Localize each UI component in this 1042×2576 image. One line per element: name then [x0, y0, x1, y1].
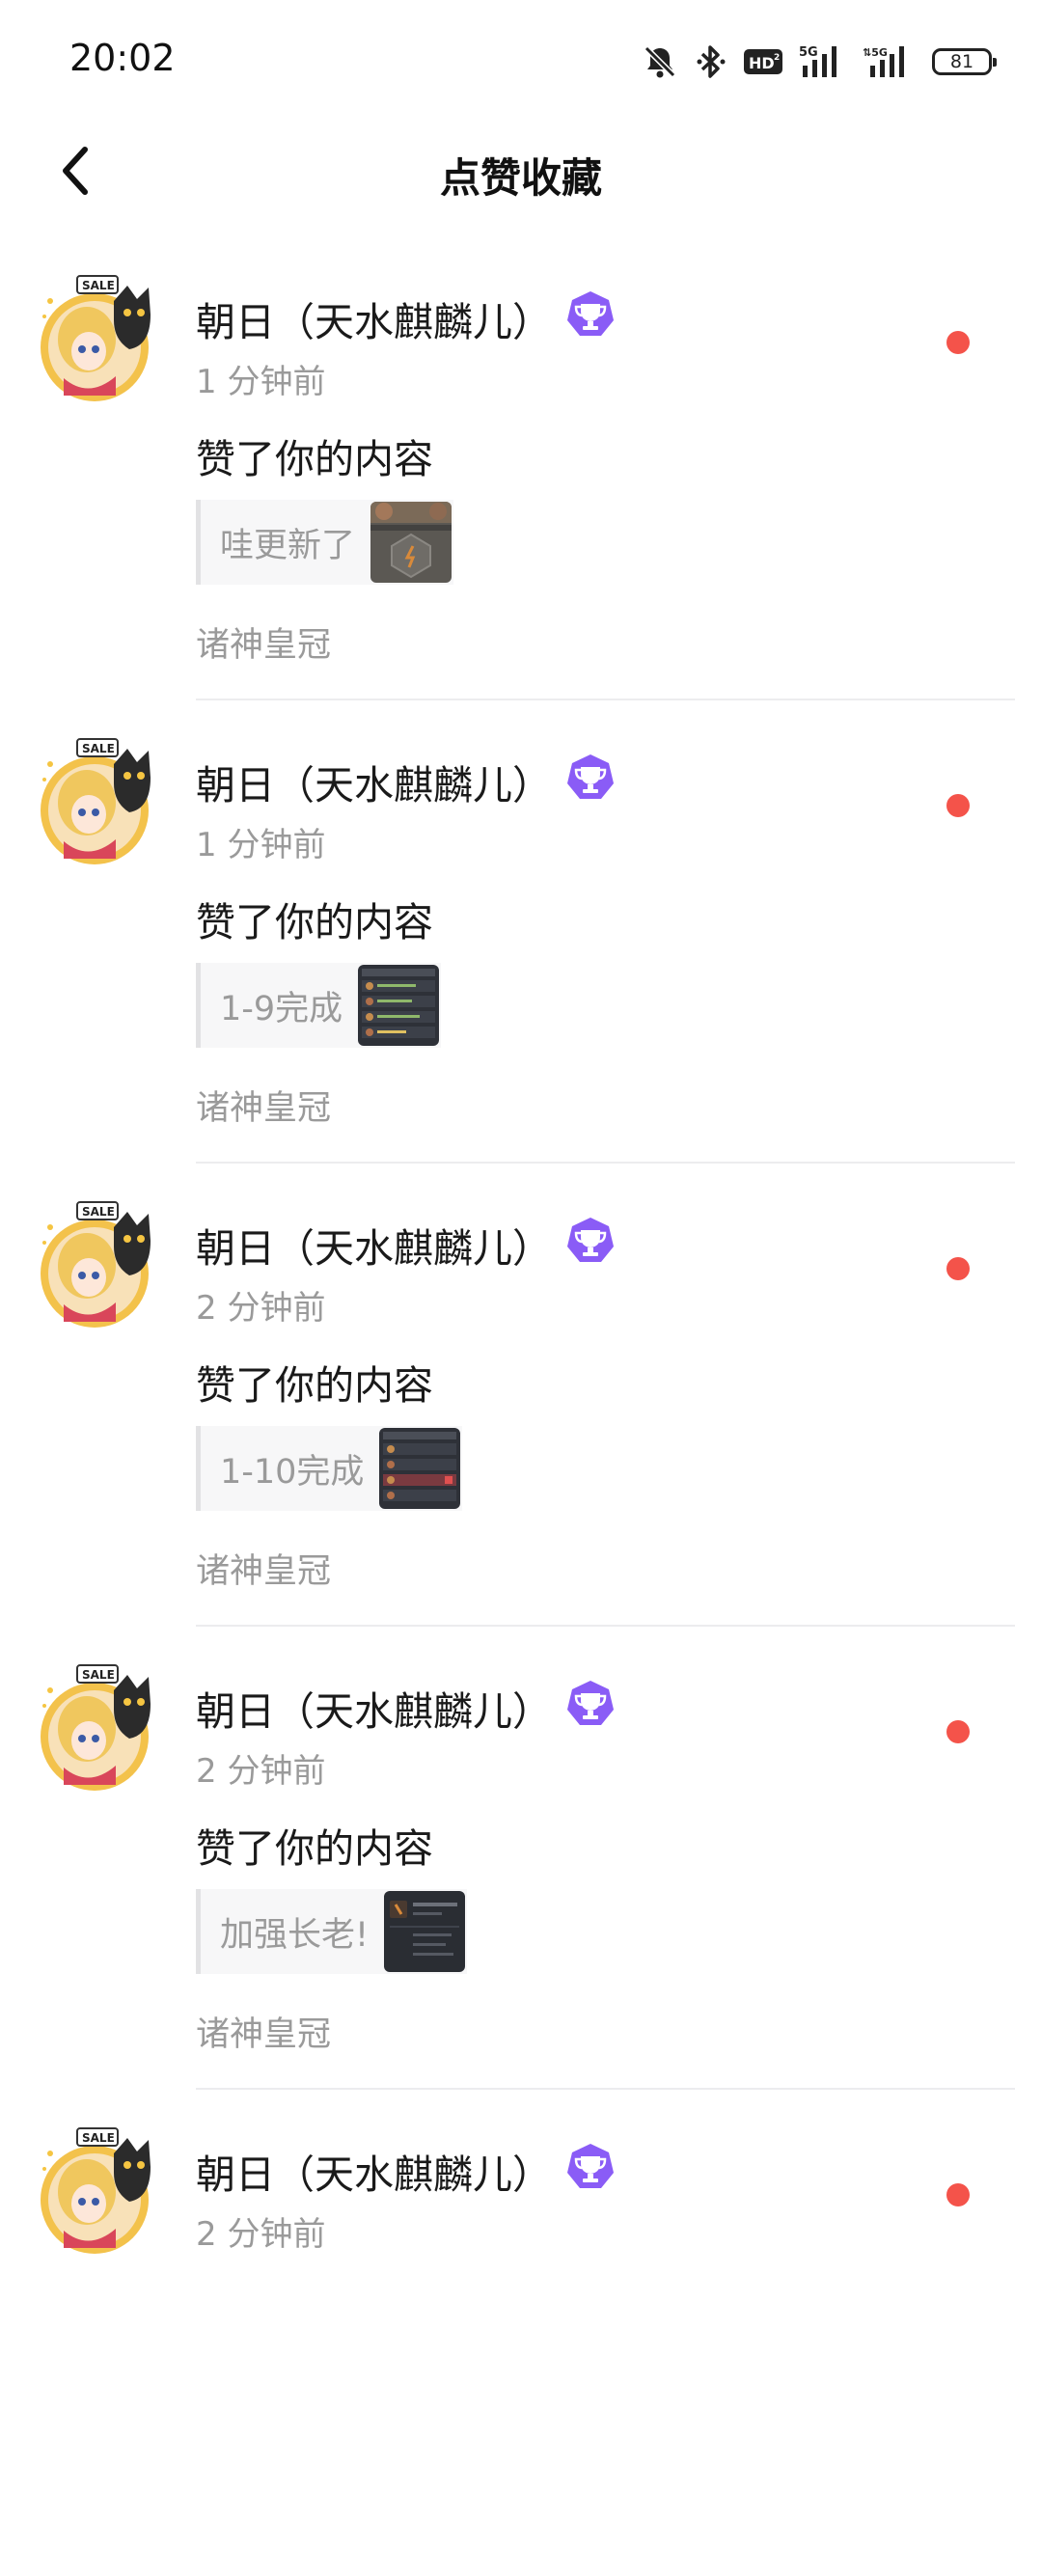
svg-text:SALE: SALE	[82, 2131, 115, 2145]
header: 点赞收藏	[0, 121, 1042, 222]
svg-text:SALE: SALE	[82, 1668, 115, 1682]
quote-text: 1-9完成	[220, 989, 343, 1028]
svg-text:SALE: SALE	[82, 742, 115, 755]
user-name[interactable]: 朝日（天水麒麟儿）	[196, 1216, 552, 1274]
content-thumbnail	[384, 1891, 466, 1972]
trophy-badge-icon	[565, 2142, 616, 2192]
quoted-content[interactable]: 哇更新了	[196, 500, 454, 585]
game-name[interactable]: 诸神皇冠	[196, 1081, 331, 1130]
unread-dot	[946, 331, 970, 354]
game-name[interactable]: 诸神皇冠	[196, 617, 331, 667]
trophy-badge-icon	[565, 1216, 616, 1266]
notification-item[interactable]: SALE 朝日（天水麒麟儿） 2 分钟前	[0, 2113, 1042, 2576]
avatar[interactable]: SALE	[35, 272, 168, 407]
user-name[interactable]: 朝日（天水麒麟儿）	[196, 289, 552, 347]
unread-dot	[946, 1257, 970, 1280]
action-text: 赞了你的内容	[196, 1362, 433, 1409]
timestamp: 2 分钟前	[196, 2215, 326, 2254]
content-thumbnail	[358, 965, 440, 1046]
notification-list: SALE 朝日（天水麒麟儿） 1 分钟前 赞了你的内容 哇更新了 诸神皇冠 SA…	[0, 260, 1042, 2576]
trophy-badge-icon	[565, 289, 616, 340]
user-name[interactable]: 朝日（天水麒麟儿）	[196, 753, 552, 810]
game-name[interactable]: 诸神皇冠	[196, 1544, 331, 1593]
game-name[interactable]: 诸神皇冠	[196, 2007, 331, 2056]
content-thumbnail	[379, 1428, 461, 1509]
hd-icon: HD 2	[743, 46, 783, 77]
divider	[196, 1162, 1015, 1164]
signal-5g-icon: 5G	[799, 42, 847, 81]
divider	[196, 1625, 1015, 1627]
quoted-content[interactable]: 加强长老!	[196, 1889, 468, 1974]
user-name[interactable]: 朝日（天水麒麟儿）	[196, 2142, 552, 2200]
unread-dot	[946, 1720, 970, 1743]
notification-item[interactable]: SALE 朝日（天水麒麟儿） 1 分钟前 赞了你的内容 1-9完成 诸神皇冠	[0, 724, 1042, 1187]
timestamp: 1 分钟前	[196, 826, 326, 864]
action-text: 赞了你的内容	[196, 1825, 433, 1872]
page-title: 点赞收藏	[439, 154, 602, 202]
svg-text:2: 2	[774, 53, 780, 63]
quote-text: 哇更新了	[220, 526, 356, 565]
quoted-content[interactable]: 1-9完成	[196, 963, 442, 1048]
trophy-badge-icon	[565, 1679, 616, 1729]
avatar[interactable]: SALE	[35, 2124, 168, 2260]
timestamp: 2 分钟前	[196, 1752, 326, 1791]
content-thumbnail	[370, 502, 452, 583]
trophy-badge-icon	[565, 753, 616, 803]
battery-level: 81	[949, 51, 974, 72]
unread-dot	[946, 2183, 970, 2206]
action-text: 赞了你的内容	[196, 899, 433, 945]
avatar[interactable]: SALE	[35, 1661, 168, 1796]
signal-5g-2-icon: ⇅5G	[863, 42, 917, 81]
timestamp: 2 分钟前	[196, 1289, 326, 1328]
svg-text:SALE: SALE	[82, 1205, 115, 1219]
battery-icon: 81	[932, 48, 997, 75]
svg-text:SALE: SALE	[82, 279, 115, 292]
notification-item[interactable]: SALE 朝日（天水麒麟儿） 2 分钟前 赞了你的内容 1-10完成 诸神皇冠	[0, 1187, 1042, 1650]
notification-item[interactable]: SALE 朝日（天水麒麟儿） 1 分钟前 赞了你的内容 哇更新了 诸神皇冠	[0, 260, 1042, 724]
quote-text: 加强长老!	[220, 1915, 370, 1955]
unread-dot	[946, 794, 970, 817]
svg-text:5G: 5G	[799, 45, 818, 60]
divider	[196, 2088, 1015, 2090]
status-time: 20:02	[69, 37, 176, 79]
avatar[interactable]: SALE	[35, 735, 168, 870]
timestamp: 1 分钟前	[196, 363, 326, 401]
mute-bell-icon	[641, 42, 679, 81]
status-bar: 20:02 HD 2 5G ⇅5G 81	[0, 0, 1042, 121]
quote-text: 1-10完成	[220, 1452, 365, 1492]
avatar[interactable]: SALE	[35, 1198, 168, 1333]
bluetooth-icon	[695, 42, 727, 81]
divider	[196, 699, 1015, 700]
svg-text:⇅5G: ⇅5G	[863, 46, 888, 59]
user-name[interactable]: 朝日（天水麒麟儿）	[196, 1679, 552, 1737]
quoted-content[interactable]: 1-10完成	[196, 1426, 463, 1511]
notification-item[interactable]: SALE 朝日（天水麒麟儿） 2 分钟前 赞了你的内容 加强长老! 诸神皇冠	[0, 1650, 1042, 2113]
action-text: 赞了你的内容	[196, 436, 433, 482]
svg-text:HD: HD	[749, 54, 775, 72]
status-icons: HD 2 5G ⇅5G 81	[641, 42, 997, 81]
